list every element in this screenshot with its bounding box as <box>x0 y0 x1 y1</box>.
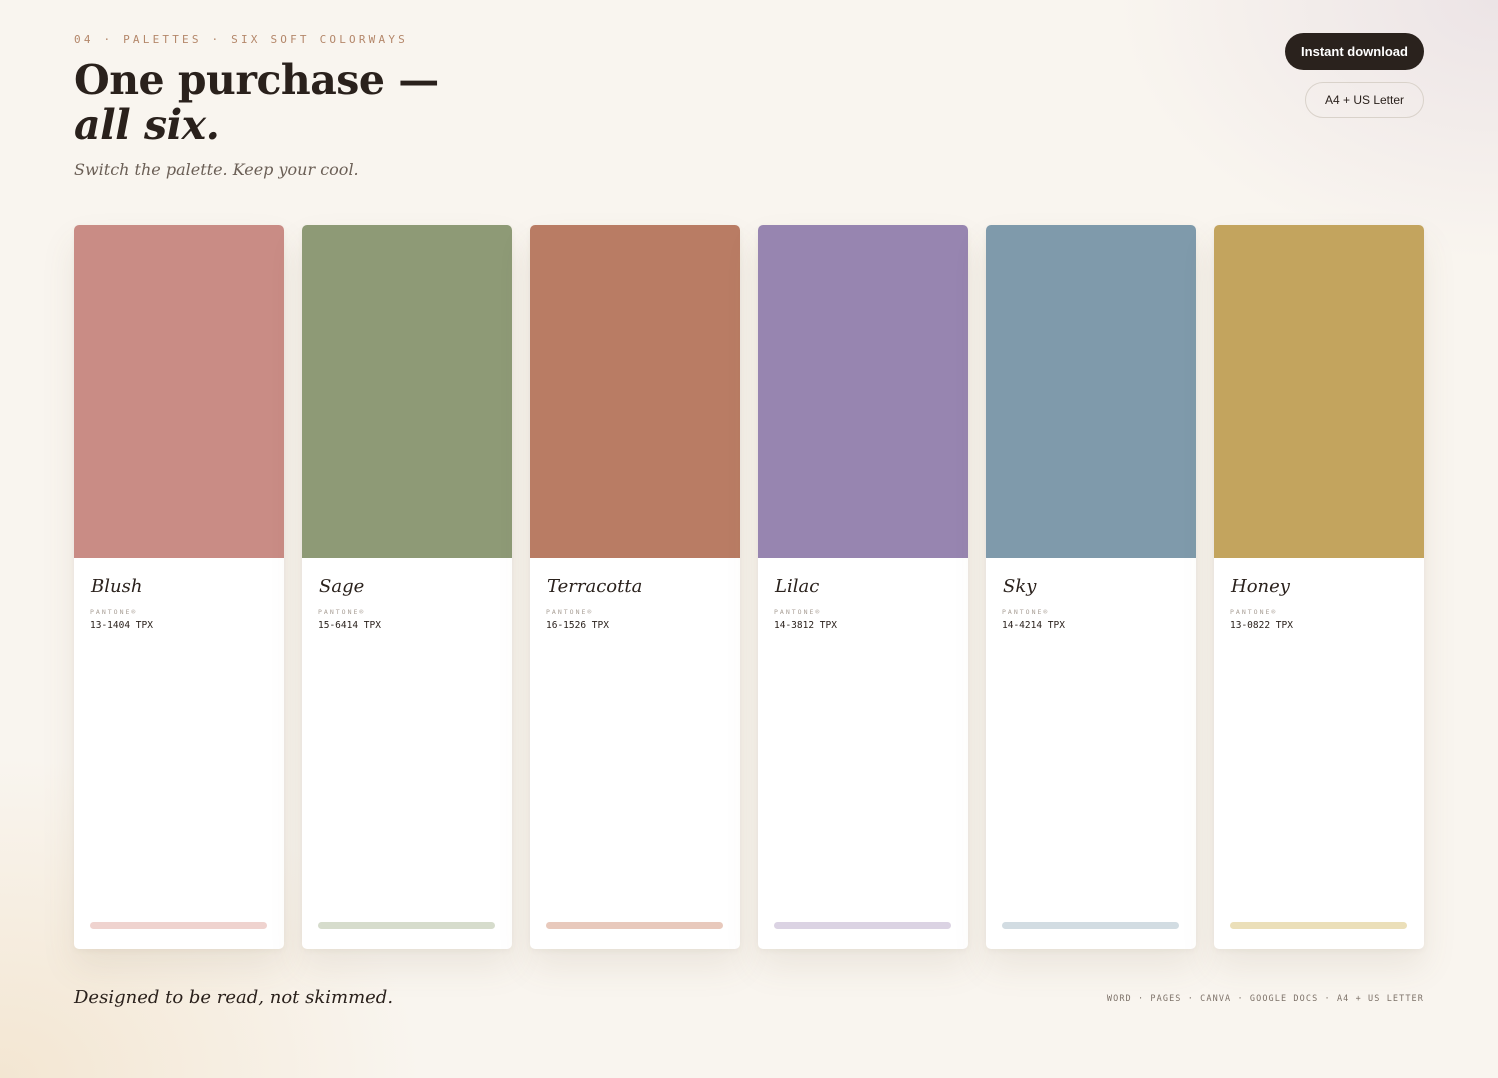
palette-card-sky[interactable]: Sky PANTONE® 14-4214 TPX <box>986 225 1196 949</box>
palette-swatch <box>302 225 512 558</box>
palette-swatch <box>74 225 284 558</box>
pantone-code: 16-1526 TPX <box>546 620 609 631</box>
section-eyebrow: 04 · PALETTES · SIX SOFT COLORWAYS <box>74 33 408 46</box>
palette-card-terracotta[interactable]: Terracotta PANTONE® 16-1526 TPX <box>530 225 740 949</box>
pantone-label: PANTONE® <box>318 608 366 616</box>
pantone-label: PANTONE® <box>546 608 594 616</box>
footer-tagline: Designed to be read, not skimmed. <box>74 987 394 1008</box>
palette-card-sage[interactable]: Sage PANTONE® 15-6414 TPX <box>302 225 512 949</box>
paper-format-button[interactable]: A4 + US Letter <box>1305 82 1424 118</box>
palette-name: Honey <box>1231 576 1290 597</box>
page-title: One purchase — all six. <box>74 58 439 148</box>
page-title-line-2: all six. <box>74 101 220 149</box>
footer-formats: WORD · PAGES · CANVA · GOOGLE DOCS · A4 … <box>1106 994 1424 1004</box>
palette-card-honey[interactable]: Honey PANTONE® 13-0822 TPX <box>1214 225 1424 949</box>
pantone-label: PANTONE® <box>90 608 138 616</box>
pantone-code: 15-6414 TPX <box>318 620 381 631</box>
palette-card-lilac[interactable]: Lilac PANTONE® 14-3812 TPX <box>758 225 968 949</box>
palette-card-blush[interactable]: Blush PANTONE® 13-1404 TPX <box>74 225 284 949</box>
palette-name: Sky <box>1003 576 1037 597</box>
palette-tint-bar <box>1230 922 1407 929</box>
palette-tint-bar <box>546 922 723 929</box>
pantone-code: 13-1404 TPX <box>90 620 153 631</box>
palette-swatch <box>530 225 740 558</box>
palette-name: Terracotta <box>547 576 643 597</box>
palette-grid: Blush PANTONE® 13-1404 TPX Sage PANTONE®… <box>74 225 1424 949</box>
pantone-label: PANTONE® <box>1002 608 1050 616</box>
pantone-label: PANTONE® <box>1230 608 1278 616</box>
palette-swatch <box>1214 225 1424 558</box>
palette-swatch <box>758 225 968 558</box>
palette-name: Sage <box>319 576 365 597</box>
palette-name: Lilac <box>775 576 820 597</box>
page-subtitle: Switch the palette. Keep your cool. <box>74 160 359 179</box>
palette-name: Blush <box>91 576 143 597</box>
palette-tint-bar <box>90 922 267 929</box>
palette-swatch <box>986 225 1196 558</box>
palette-tint-bar <box>318 922 495 929</box>
pantone-code: 13-0822 TPX <box>1230 620 1293 631</box>
page-title-line-1: One purchase — <box>74 56 439 104</box>
pantone-code: 14-3812 TPX <box>774 620 837 631</box>
palette-tint-bar <box>1002 922 1179 929</box>
instant-download-button[interactable]: Instant download <box>1285 33 1424 70</box>
pantone-label: PANTONE® <box>774 608 822 616</box>
pantone-code: 14-4214 TPX <box>1002 620 1065 631</box>
palette-tint-bar <box>774 922 951 929</box>
